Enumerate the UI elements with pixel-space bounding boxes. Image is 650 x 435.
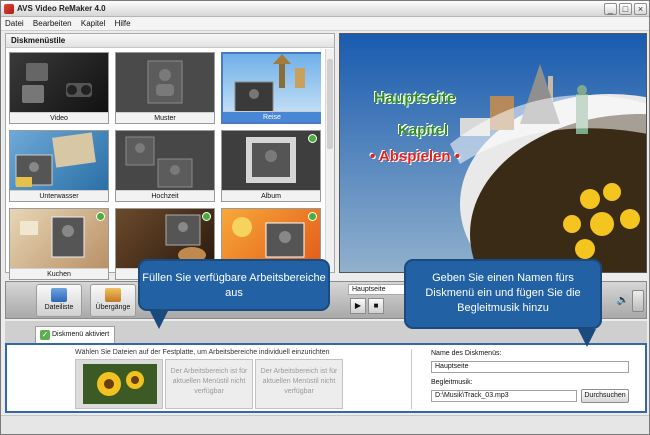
volume-icon[interactable]: 🔊 [616, 294, 630, 308]
app-logo-icon [4, 4, 14, 14]
style-thumb-unterwasser[interactable]: Unterwasser [9, 130, 109, 202]
file-list-icon [51, 288, 67, 302]
style-thumb-image [116, 53, 214, 113]
style-thumb-label: Hochzeit [116, 190, 214, 201]
file-list-button[interactable]: Dateiliste [36, 284, 82, 317]
video-camera-icon [22, 63, 92, 103]
style-thumb-image [223, 54, 321, 114]
transitions-button[interactable]: Übergänge [90, 284, 136, 317]
style-thumb-label: Muster [116, 112, 214, 123]
title-bar: AVS Video ReMaker 4.0 _ □ × [1, 1, 649, 17]
style-thumb-hochzeit[interactable]: Hochzeit [115, 130, 215, 202]
maximize-button[interactable]: □ [619, 3, 632, 15]
panel-title: Diskmenüstile [6, 34, 334, 48]
styles-scrollbar[interactable] [325, 49, 334, 272]
menu-styles-panel: Diskmenüstile Video Muster Reise Unterwa… [5, 33, 335, 280]
style-thumb-label: Reise [223, 111, 321, 122]
browse-button[interactable]: Durchsuchen [581, 389, 629, 403]
callout-text: Geben Sie einen Namen fürs Diskmenü ein … [425, 272, 581, 314]
style-thumb-kuchen[interactable]: Kuchen [9, 208, 109, 280]
panel-separator [411, 349, 412, 409]
transitions-label: Übergänge [95, 304, 131, 311]
volume-slider[interactable] [632, 290, 644, 312]
workspace-slot-unavailable: Der Arbeitsbereich ist für aktuellen Men… [165, 359, 253, 409]
style-thumb-label: Unterwasser [10, 190, 108, 201]
style-thumb-label: Album [222, 190, 320, 201]
workspace-hint: Wählen Sie Dateien auf der Festplatte, u… [75, 349, 330, 356]
style-thumb-image [10, 131, 108, 191]
stop-button[interactable]: ■ [368, 298, 384, 314]
photo-frame-icon [15, 132, 96, 187]
menu-name-label: Name des Diskmenüs: [431, 350, 502, 357]
menu-bearbeiten[interactable]: Bearbeiten [29, 17, 75, 28]
premium-badge-icon [308, 212, 317, 221]
premium-badge-icon [308, 134, 317, 143]
callout-tail [578, 329, 596, 347]
style-thumb-video[interactable]: Video [9, 52, 109, 124]
menu-hilfe[interactable]: Hilfe [111, 17, 134, 28]
callout-name-and-music: Geben Sie einen Namen fürs Diskmenü ein … [404, 259, 602, 347]
menu-name-input[interactable]: Hauptseite [431, 361, 629, 373]
preview-title: Hauptseite [374, 90, 456, 107]
music-path-input[interactable]: D:\Musik\Track_03.mp3 [431, 390, 577, 402]
style-thumb-image [10, 53, 108, 113]
workspace-slot-unavailable: Der Arbeitsbereich ist für aktuellen Men… [255, 359, 343, 409]
style-thumb-label: Video [10, 112, 108, 123]
music-label: Begleitmusik: [431, 379, 473, 386]
premium-badge-icon [96, 212, 105, 221]
premium-badge-icon [202, 212, 211, 221]
style-thumb-muster[interactable]: Muster [115, 52, 215, 124]
menu-bar: Datei Bearbeiten Kapitel Hilfe [1, 17, 649, 31]
style-thumb-image [222, 131, 320, 191]
close-button[interactable]: × [634, 3, 647, 15]
app-window: AVS Video ReMaker 4.0 _ □ × Datei Bearbe… [0, 0, 650, 435]
file-list-label: Dateiliste [44, 304, 74, 311]
tab-diskmenu-enabled[interactable]: ✓ Diskmenü aktiviert [35, 326, 115, 343]
scrollbar-knob[interactable] [327, 59, 333, 149]
minimize-button[interactable]: _ [604, 3, 617, 15]
tab-label: Diskmenü aktiviert [52, 331, 110, 338]
sunflower-thumbnail [83, 364, 157, 404]
menu-kapitel[interactable]: Kapitel [77, 17, 108, 28]
style-thumb-image [10, 209, 108, 269]
play-button[interactable]: ▶ [350, 298, 366, 314]
landmarks-icon [234, 54, 305, 113]
style-thumb-reise[interactable]: Reise [221, 52, 321, 124]
callout-fill-workspaces: Füllen Sie verfügbare Arbeitsbereiche au… [138, 259, 330, 329]
placeholder-icon [147, 60, 183, 104]
preview-play: • Abspielen • [370, 148, 460, 165]
checkmark-icon: ✓ [40, 330, 50, 340]
style-thumb-album[interactable]: Album [221, 130, 321, 202]
menu-preview: Hauptseite Kapitel • Abspielen • [339, 33, 647, 273]
status-bar [1, 415, 649, 434]
callout-text: Füllen Sie verfügbare Arbeitsbereiche au… [142, 272, 326, 299]
style-thumb-image [116, 131, 214, 191]
style-thumb-label: Kuchen [10, 268, 108, 279]
transitions-icon [105, 288, 121, 302]
placeholder-icon [246, 137, 296, 183]
preview-chapter: Kapitel [398, 122, 449, 139]
workspace-panel: Wählen Sie Dateien auf der Festplatte, u… [5, 343, 647, 413]
window-title: AVS Video ReMaker 4.0 [17, 4, 106, 13]
menu-datei[interactable]: Datei [1, 17, 27, 28]
callout-tail [150, 311, 168, 329]
placeholder-icon [125, 136, 193, 188]
cake-icon [20, 216, 85, 258]
workspace-slot-filled[interactable] [75, 359, 163, 409]
